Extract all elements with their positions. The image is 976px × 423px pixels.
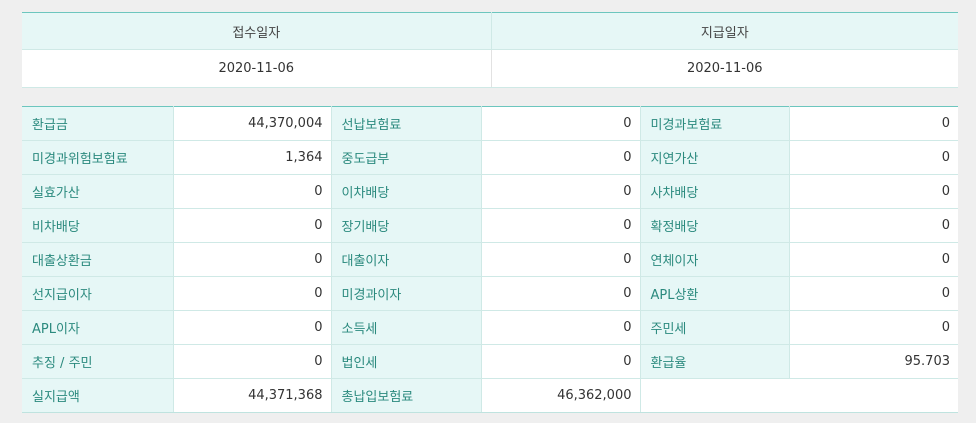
table-row: 추징 / 주민 0 법인세 0 환급율 95.703 bbox=[22, 344, 958, 379]
field-value: 0 bbox=[173, 208, 331, 243]
table-row: 대출상환금 0 대출이자 0 연체이자 0 bbox=[22, 242, 958, 277]
refund-detail-table: 환급금 44,370,004 선납보험료 0 미경과보험료 0 미경과위험보험료 1,364 중… bbox=[22, 106, 958, 413]
field-label: 환급율 bbox=[639, 344, 790, 379]
field-label: APL상환 bbox=[639, 276, 790, 311]
field-value: 46,362,000 bbox=[481, 378, 640, 413]
field-label: 지연가산 bbox=[639, 140, 790, 175]
field-label: 중도급부 bbox=[330, 140, 482, 175]
refund-detail-body: 환급금 44,370,004 선납보험료 0 미경과보험료 0 미경과위험보험료 1,364 중… bbox=[22, 106, 958, 413]
field-label: 추징 / 주민 bbox=[22, 344, 174, 379]
date-value-row: 2020-11-06 2020-11-06 bbox=[22, 49, 958, 88]
table-row: 실지급액 44,371,368 총납입보험료 46,362,000 bbox=[22, 378, 958, 413]
field-label: APL이자 bbox=[22, 310, 174, 345]
field-value: 0 bbox=[481, 140, 640, 175]
field-value: 0 bbox=[481, 106, 640, 141]
table-row: 실효가산 0 이차배당 0 사차배당 0 bbox=[22, 174, 958, 209]
field-label: 선지급이자 bbox=[22, 276, 174, 311]
field-label: 미경과이자 bbox=[330, 276, 482, 311]
field-value: 0 bbox=[789, 310, 958, 345]
field-value: 0 bbox=[173, 242, 331, 277]
field-value: 0 bbox=[481, 344, 640, 379]
field-value: 44,370,004 bbox=[173, 106, 331, 141]
field-label: 이차배당 bbox=[330, 174, 482, 209]
field-label bbox=[639, 378, 789, 413]
field-label: 총납입보험료 bbox=[330, 378, 482, 413]
field-value: 0 bbox=[789, 174, 958, 209]
field-label: 사차배당 bbox=[639, 174, 790, 209]
field-value: 0 bbox=[789, 276, 958, 311]
field-value: 95.703 bbox=[789, 344, 958, 379]
field-label: 실효가산 bbox=[22, 174, 174, 209]
field-label: 대출상환금 bbox=[22, 242, 174, 277]
field-value: 44,371,368 bbox=[173, 378, 331, 413]
field-label: 확정배당 bbox=[639, 208, 790, 243]
field-value: 0 bbox=[173, 276, 331, 311]
field-value: 0 bbox=[789, 208, 958, 243]
table-row: APL이자 0 소득세 0 주민세 0 bbox=[22, 310, 958, 345]
field-value: 0 bbox=[789, 106, 958, 141]
field-value: 0 bbox=[481, 208, 640, 243]
field-label: 미경과보험료 bbox=[639, 106, 790, 141]
receipt-date-value: 2020-11-06 bbox=[22, 49, 491, 88]
field-value bbox=[789, 378, 958, 413]
table-row: 선지급이자 0 미경과이자 0 APL상환 0 bbox=[22, 276, 958, 311]
table-row: 비차배당 0 장기배당 0 확정배당 0 bbox=[22, 208, 958, 243]
field-value: 0 bbox=[173, 174, 331, 209]
payment-date-value: 2020-11-06 bbox=[490, 49, 958, 88]
table-row: 미경과위험보험료 1,364 중도급부 0 지연가산 0 bbox=[22, 140, 958, 175]
field-label: 비차배당 bbox=[22, 208, 174, 243]
field-label: 선납보험료 bbox=[330, 106, 482, 141]
field-label: 주민세 bbox=[639, 310, 790, 345]
field-value: 0 bbox=[481, 174, 640, 209]
field-label: 장기배당 bbox=[330, 208, 482, 243]
payment-date-header: 지급일자 bbox=[490, 12, 958, 50]
field-value: 1,364 bbox=[173, 140, 331, 175]
field-label: 실지급액 bbox=[22, 378, 174, 413]
field-value: 0 bbox=[481, 310, 640, 345]
date-header-row: 접수일자 지급일자 bbox=[22, 12, 958, 50]
field-label: 환급금 bbox=[22, 106, 174, 141]
refund-detail-panel: 접수일자 지급일자 2020-11-06 2020-11-06 환급금 44,37… bbox=[22, 12, 958, 413]
field-value: 0 bbox=[173, 310, 331, 345]
field-label: 연체이자 bbox=[639, 242, 790, 277]
field-value: 0 bbox=[789, 140, 958, 175]
field-label: 법인세 bbox=[330, 344, 482, 379]
receipt-date-header: 접수일자 bbox=[22, 12, 491, 50]
field-label: 소득세 bbox=[330, 310, 482, 345]
date-summary-table: 접수일자 지급일자 2020-11-06 2020-11-06 bbox=[22, 12, 958, 88]
field-label: 대출이자 bbox=[330, 242, 482, 277]
field-label: 미경과위험보험료 bbox=[22, 140, 174, 175]
table-row: 환급금 44,370,004 선납보험료 0 미경과보험료 0 bbox=[22, 106, 958, 141]
field-value: 0 bbox=[481, 276, 640, 311]
field-value: 0 bbox=[481, 242, 640, 277]
field-value: 0 bbox=[173, 344, 331, 379]
field-value: 0 bbox=[789, 242, 958, 277]
